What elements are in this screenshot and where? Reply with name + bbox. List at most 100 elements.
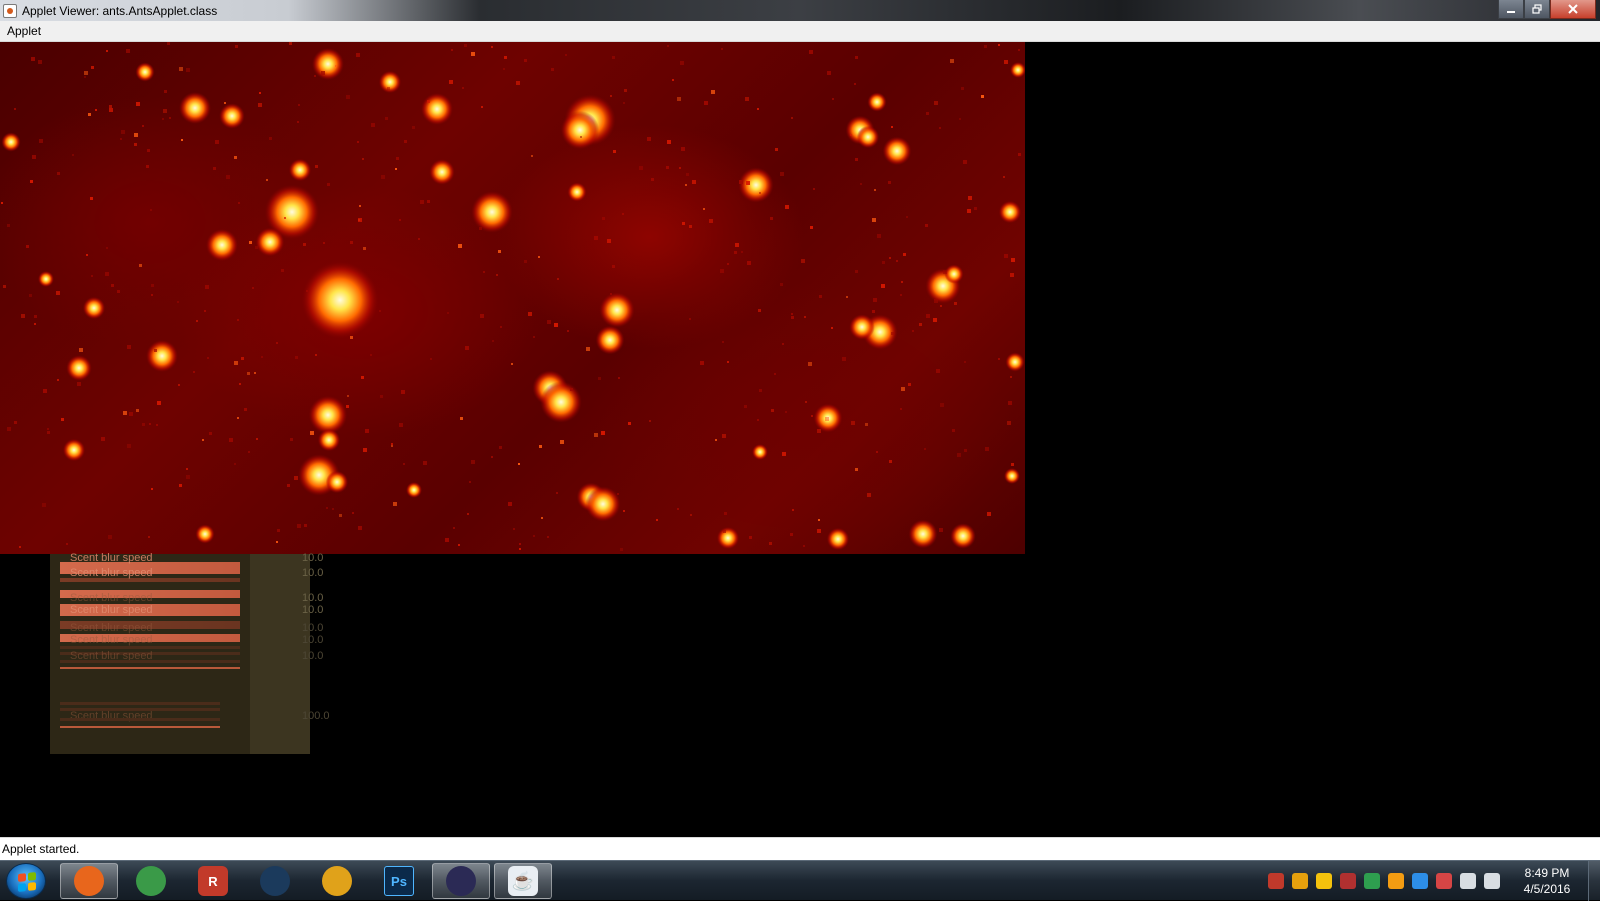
scent-speck bbox=[709, 219, 713, 223]
scent-speck bbox=[471, 52, 475, 56]
taskbar-button[interactable]: R bbox=[184, 863, 242, 899]
scent-speck bbox=[594, 433, 598, 437]
scent-speck bbox=[888, 181, 891, 184]
scent-speck bbox=[723, 530, 726, 533]
scent-speck bbox=[1008, 401, 1012, 405]
scent-speck bbox=[193, 371, 195, 373]
scent-blob bbox=[179, 92, 211, 124]
scent-speck bbox=[269, 137, 272, 140]
scent-speck bbox=[7, 427, 11, 431]
scent-speck bbox=[651, 178, 654, 181]
scent-speck bbox=[594, 236, 598, 240]
clock[interactable]: 8:49 PM 4/5/2016 bbox=[1512, 865, 1582, 897]
scent-speck bbox=[72, 154, 74, 156]
scent-speck bbox=[747, 261, 751, 265]
menu-applet[interactable]: Applet bbox=[0, 21, 48, 41]
scent-speck bbox=[207, 357, 209, 359]
scent-speck bbox=[249, 241, 252, 244]
scent-speck bbox=[891, 332, 894, 335]
window-controls bbox=[1498, 0, 1596, 19]
scent-speck bbox=[940, 305, 942, 307]
window-title-bar[interactable]: Applet Viewer: ants.AntsApplet.class bbox=[0, 0, 1600, 21]
tray-dropbox-icon[interactable] bbox=[1412, 873, 1428, 889]
scent-speck bbox=[213, 167, 216, 170]
show-desktop-button[interactable] bbox=[1588, 861, 1600, 901]
scent-speck bbox=[146, 165, 149, 168]
restore-button[interactable] bbox=[1524, 0, 1550, 19]
scent-speck bbox=[672, 79, 674, 81]
scent-speck bbox=[266, 179, 268, 181]
scent-speck bbox=[1011, 258, 1015, 262]
taskbar-button[interactable]: Ps bbox=[370, 863, 428, 899]
tray-signal-icon[interactable] bbox=[1484, 873, 1500, 889]
minimize-button[interactable] bbox=[1498, 0, 1524, 19]
ant-scent-canvas[interactable] bbox=[0, 42, 1025, 554]
scent-speck bbox=[209, 432, 212, 435]
scent-speck bbox=[547, 320, 551, 324]
scent-speck bbox=[877, 234, 881, 238]
scent-speck bbox=[817, 429, 821, 433]
taskbar-button[interactable] bbox=[122, 863, 180, 899]
scent-speck bbox=[1003, 176, 1005, 178]
tray-plex-icon[interactable] bbox=[1292, 873, 1308, 889]
scent-speck bbox=[612, 265, 615, 268]
scent-speck bbox=[881, 284, 885, 288]
scent-speck bbox=[524, 260, 527, 263]
scent-speck bbox=[237, 319, 239, 321]
scent-speck bbox=[304, 524, 307, 527]
scent-speck bbox=[290, 438, 293, 441]
tray-volume-icon[interactable] bbox=[1460, 873, 1476, 889]
tray-network-x-icon[interactable] bbox=[1340, 873, 1356, 889]
tray-google-drive-icon[interactable] bbox=[1364, 873, 1380, 889]
slider-bar[interactable] bbox=[60, 667, 240, 669]
applet-area[interactable]: Scent blur speed 10.0 Scent blur speed 1… bbox=[0, 42, 1600, 837]
minimize-icon bbox=[1507, 11, 1515, 13]
scent-speck bbox=[350, 241, 353, 244]
scent-speck bbox=[686, 173, 689, 176]
scent-speck bbox=[460, 417, 463, 420]
scent-speck bbox=[451, 49, 453, 51]
scent-speck bbox=[981, 95, 984, 98]
scent-speck bbox=[872, 218, 876, 222]
scent-speck bbox=[617, 493, 619, 495]
scent-speck bbox=[518, 463, 520, 465]
taskbar-button[interactable] bbox=[60, 863, 118, 899]
start-button[interactable] bbox=[6, 863, 46, 899]
scent-speck bbox=[618, 377, 620, 379]
scent-speck bbox=[56, 291, 60, 295]
slider-bar[interactable] bbox=[60, 718, 220, 721]
scent-speck bbox=[39, 139, 43, 143]
scent-speck bbox=[680, 61, 684, 65]
scent-speck bbox=[810, 226, 813, 229]
tray-headphones-icon[interactable] bbox=[1388, 873, 1404, 889]
slider-bar[interactable] bbox=[60, 660, 240, 663]
tray-power-icon[interactable] bbox=[1436, 873, 1452, 889]
scent-speck bbox=[842, 357, 846, 361]
taskbar-button[interactable] bbox=[432, 863, 490, 899]
tray-chrome-icon[interactable] bbox=[1316, 873, 1332, 889]
scent-speck bbox=[204, 310, 206, 312]
scent-speck bbox=[790, 533, 793, 536]
scent-speck bbox=[825, 417, 829, 421]
taskbar-button[interactable] bbox=[246, 863, 304, 899]
scent-speck bbox=[785, 411, 787, 413]
scent-speck bbox=[601, 431, 605, 435]
scent-speck bbox=[769, 542, 772, 545]
scent-speck bbox=[38, 60, 42, 64]
scent-speck bbox=[827, 71, 831, 75]
tray-shield-icon[interactable] bbox=[1268, 873, 1284, 889]
scent-speck bbox=[744, 405, 747, 408]
taskbar-button[interactable] bbox=[308, 863, 366, 899]
scent-speck bbox=[90, 197, 93, 200]
close-button[interactable] bbox=[1550, 0, 1596, 19]
scent-speck bbox=[721, 48, 723, 50]
scent-speck bbox=[711, 90, 715, 94]
slider-bar[interactable] bbox=[60, 726, 220, 728]
scent-speck bbox=[321, 71, 325, 75]
slider-bar[interactable] bbox=[60, 646, 240, 649]
scent-speck bbox=[607, 239, 611, 243]
slider-bar[interactable] bbox=[60, 702, 220, 705]
scent-speck bbox=[906, 216, 908, 218]
scent-speck bbox=[287, 484, 290, 487]
taskbar-button[interactable]: ☕ bbox=[494, 863, 552, 899]
